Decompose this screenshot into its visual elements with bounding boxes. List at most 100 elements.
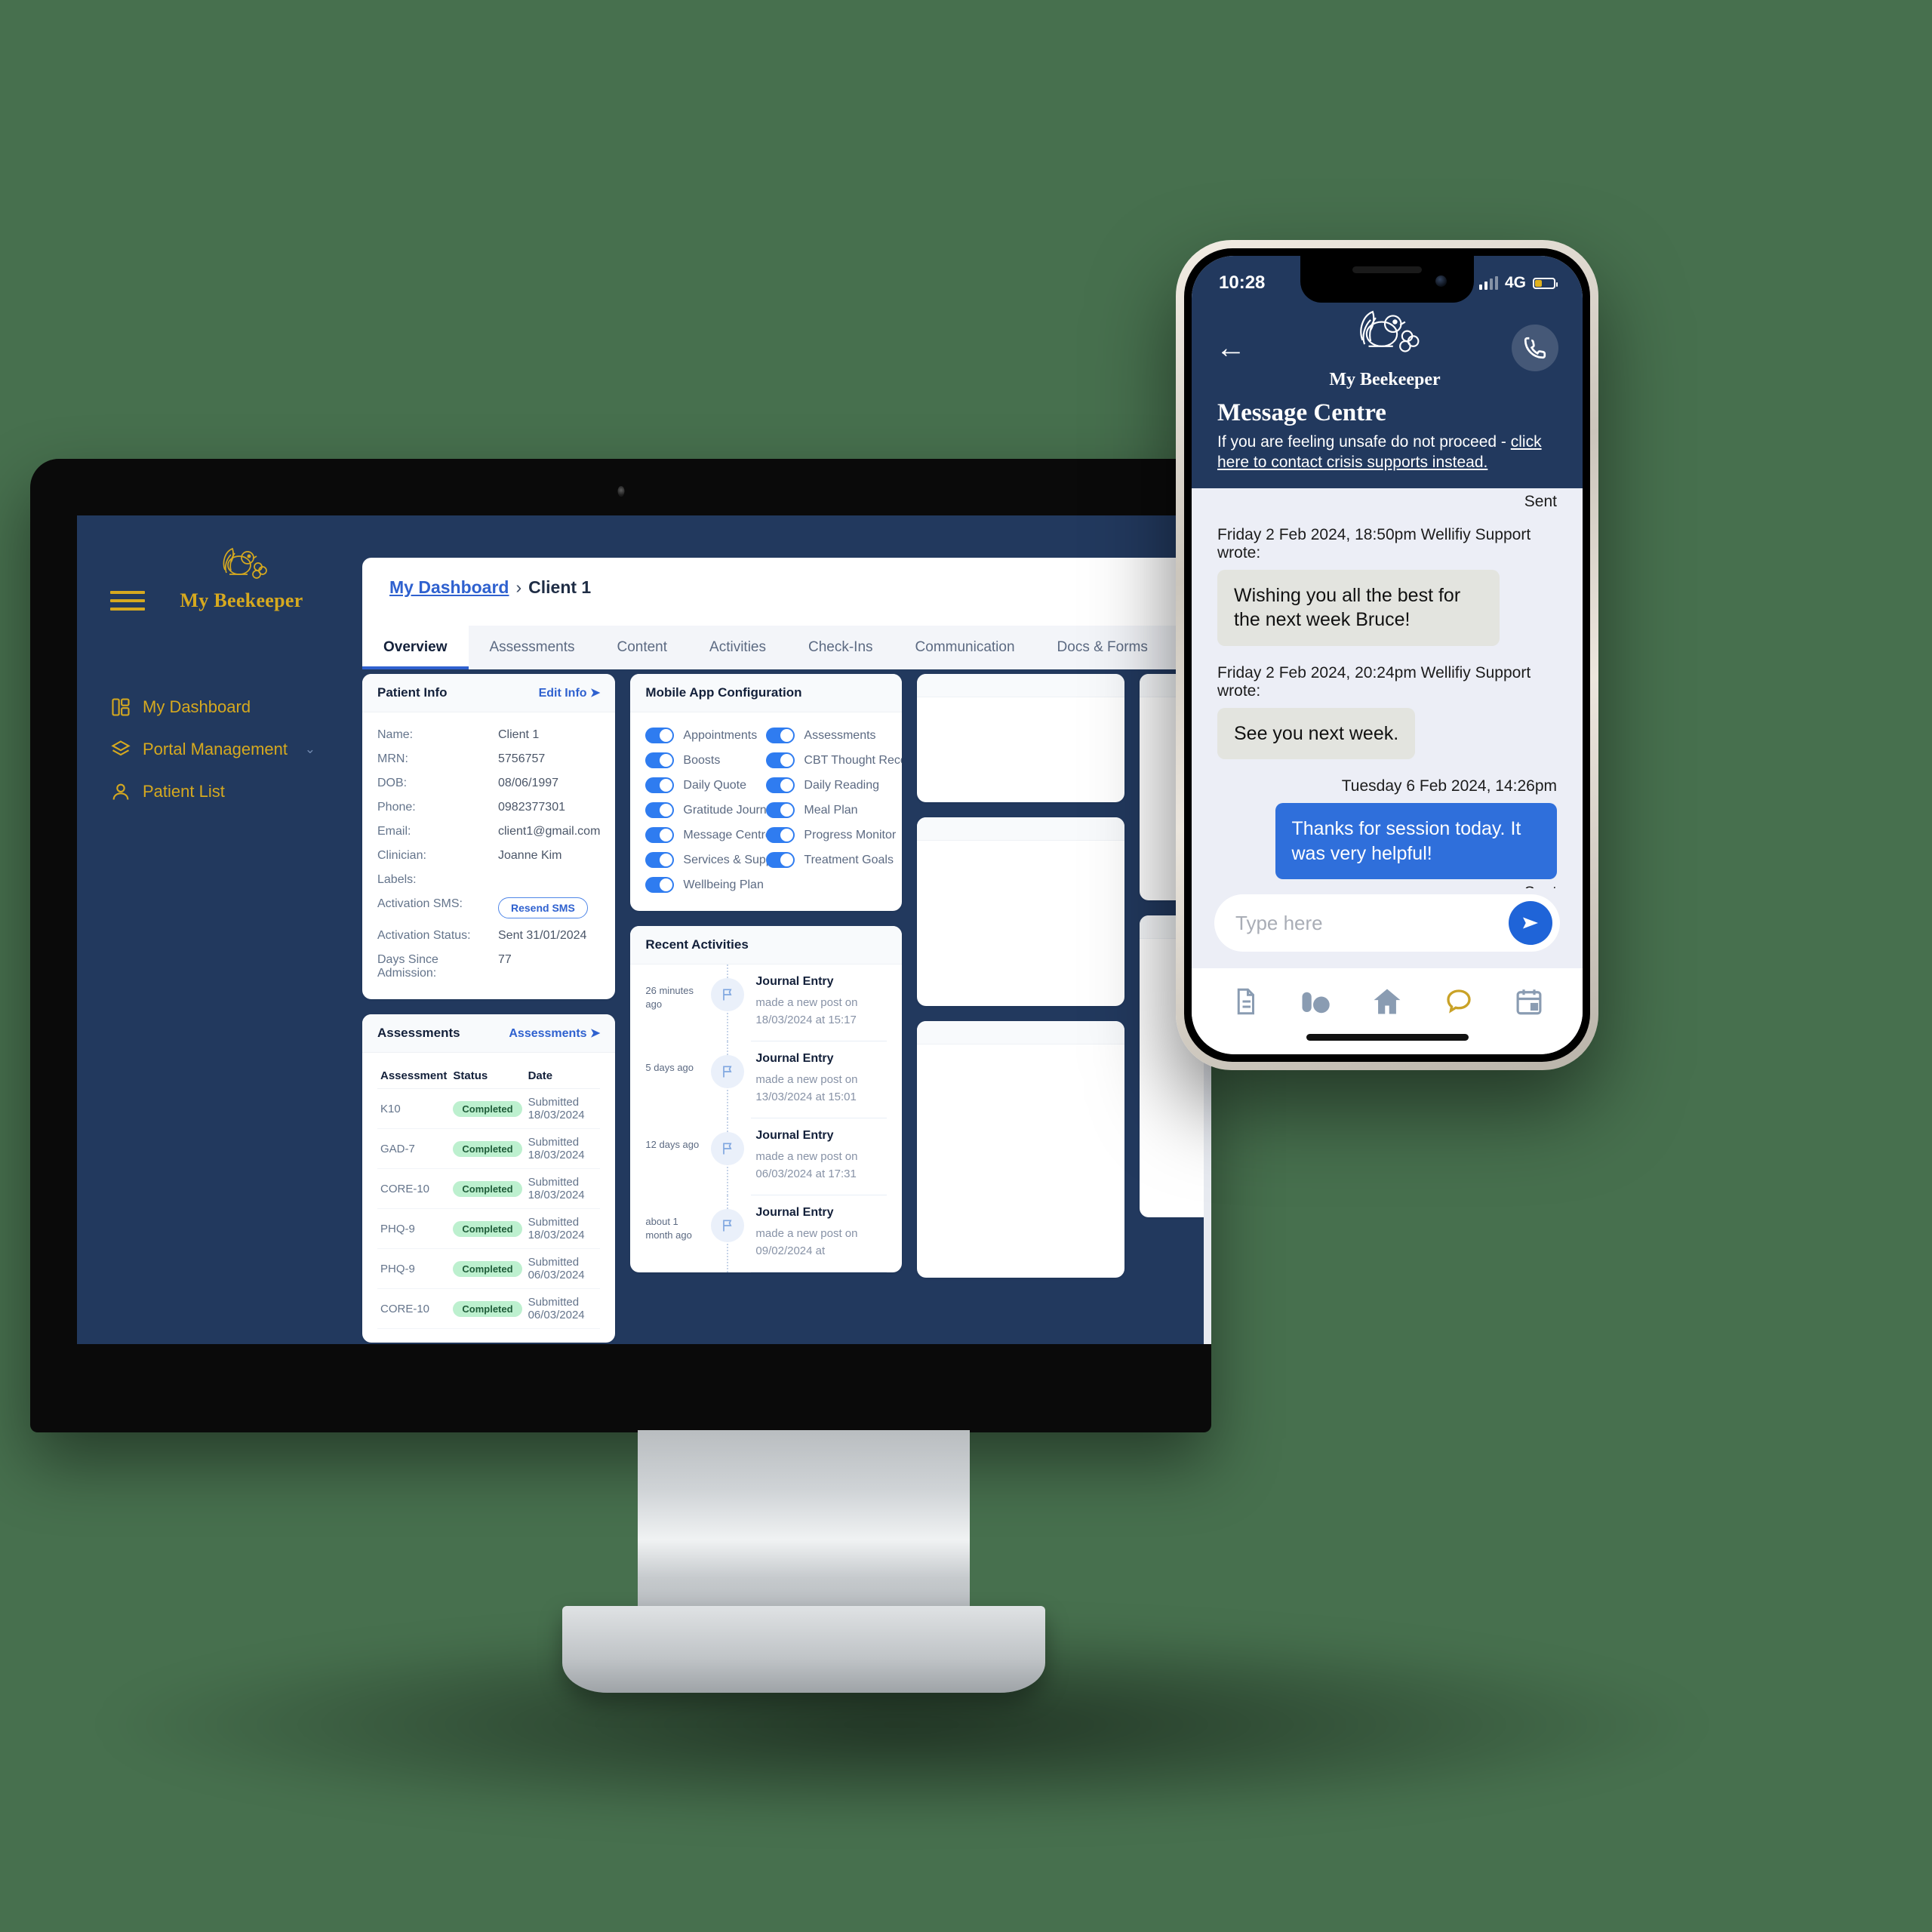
assessment-date: Submitted 18/03/2024 <box>525 1208 601 1249</box>
message-thread[interactable]: Sent Friday 2 Feb 2024, 18:50pm Wellifiy… <box>1192 488 1583 888</box>
signal-icon <box>1478 276 1498 290</box>
tab-communication[interactable]: Communication <box>894 626 1036 669</box>
toggle-column-left: Appointments Boosts Daily Quote Gratitud… <box>645 723 792 897</box>
sidebar-item-my-dashboard[interactable]: My Dashboard <box>77 686 349 728</box>
toggle-row: Assessments <box>766 723 887 748</box>
toggle-switch[interactable] <box>766 728 795 743</box>
toggle-switch[interactable] <box>766 777 795 793</box>
assessments-link[interactable]: Assessments ➤ <box>509 1026 600 1041</box>
nav-item-messages[interactable] <box>1443 986 1475 1021</box>
activity-time: 12 days ago <box>645 1139 700 1150</box>
toggle-switch[interactable] <box>766 802 795 818</box>
table-row: CORE-10 Completed Submitted 18/03/2024 <box>377 1168 601 1209</box>
assessment-name: GAD-7 <box>377 1128 451 1169</box>
nav-item-documents[interactable] <box>1229 986 1261 1021</box>
sidebar-brand-name: My Beekeeper <box>180 589 303 611</box>
assessment-date: Submitted 18/03/2024 <box>525 1088 601 1129</box>
toggle-switch[interactable] <box>766 852 795 868</box>
status-badge: Completed <box>453 1180 522 1197</box>
message-meta: Tuesday 6 Feb 2024, 14:26pm <box>1341 777 1557 795</box>
toggle-row: Treatment Goals <box>766 848 894 872</box>
tab-docs-forms[interactable]: Docs & Forms <box>1036 626 1169 669</box>
recent-activities-header: Recent Activities <box>630 926 903 964</box>
assessments-header: Assessments Assessments ➤ <box>362 1014 616 1053</box>
assessment-date: Submitted 06/03/2024 <box>525 1288 601 1329</box>
crisis-warning-text: If you are feeling unsafe do not proceed… <box>1217 433 1511 451</box>
main-content: My Dashboard › Client 1 Overview Assessmen… <box>349 515 1211 1344</box>
resend-sms-button[interactable]: Resend SMS <box>498 897 588 918</box>
toggle-switch[interactable] <box>645 752 675 768</box>
sidebar-item-portal-management[interactable]: Portal Management ⌄ <box>77 728 349 771</box>
phone-status-bar: 10:28 4G <box>1192 256 1583 294</box>
tab-assessments[interactable]: Assessments <box>469 626 596 669</box>
toggle-switch[interactable] <box>645 852 675 868</box>
activity-title: Journal Entry <box>755 1206 834 1219</box>
field-value: 5756757 <box>498 752 546 765</box>
call-button[interactable] <box>1512 325 1558 371</box>
table-row: PHQ-9 Completed Submitted 18/03/2024 <box>377 1208 601 1249</box>
breadcrumb-root-link[interactable]: My Dashboard <box>389 577 509 597</box>
field-value: Sent 31/01/2024 <box>498 929 587 942</box>
sidebar-item-label: Portal Management <box>143 740 288 758</box>
toggle-label: Daily Quote <box>683 778 746 792</box>
assessments-table: Assessment Status Date K10 Completed Submi… <box>377 1063 601 1329</box>
home-indicator <box>1192 1034 1583 1054</box>
assessment-date: Submitted 18/03/2024 <box>525 1168 601 1209</box>
toggle-row: Appointments <box>645 723 766 748</box>
hamburger-menu-icon[interactable] <box>110 591 145 614</box>
patient-info-row: Phone: 0982377301 <box>377 795 600 820</box>
nav-item-home[interactable] <box>1371 985 1404 1022</box>
toggle-row: Wellbeing Plan <box>645 872 766 897</box>
toggle-switch[interactable] <box>645 877 675 893</box>
sidebar-nav: My Dashboard Portal Management ⌄ Patient… <box>77 686 349 813</box>
message-item: Friday 2 Feb 2024, 18:50pm Wellifiy Supp… <box>1217 525 1557 646</box>
tab-overview[interactable]: Overview <box>362 626 469 669</box>
tab-content[interactable]: Content <box>595 626 688 669</box>
toggle-switch[interactable] <box>766 752 795 768</box>
sidebar-item-label: My Dashboard <box>143 697 251 716</box>
overflow-card-a-header <box>917 674 1125 697</box>
message-input-wrapper[interactable]: Type here <box>1214 894 1560 952</box>
mobile-app-config-title: Mobile App Configuration <box>645 685 802 700</box>
toggle-switch[interactable] <box>645 802 675 818</box>
phone-brand: My Beekeeper <box>1258 306 1512 390</box>
toggle-label: Treatment Goals <box>804 853 894 866</box>
field-label: Clinician: <box>377 849 426 862</box>
tab-activities[interactable]: Activities <box>688 626 787 669</box>
toggle-switch[interactable] <box>645 728 675 743</box>
nav-item-calendar[interactable] <box>1513 986 1545 1021</box>
toggle-row: Gratitude Journal <box>645 798 776 823</box>
chevron-down-icon[interactable]: ⌄ <box>305 742 315 757</box>
tab-check-ins[interactable]: Check-Ins <box>787 626 894 669</box>
nav-item-medications[interactable] <box>1300 986 1331 1021</box>
sidebar-item-patient-list[interactable]: Patient List <box>77 771 349 813</box>
activity-desc: made a new post on 18/03/2024 at 15:17 <box>755 996 858 1026</box>
field-value: 0982377301 <box>498 801 565 814</box>
desktop-monitor: My Beekeeper My Dashboard Portal Managem… <box>30 459 1211 1432</box>
activity-desc: made a new post on 09/02/2024 at <box>755 1227 858 1257</box>
message-item: Friday 2 Feb 2024, 20:24pm Wellifiy Supp… <box>1217 663 1557 760</box>
edit-info-link[interactable]: Edit Info ➤ <box>539 685 601 700</box>
activity-desc: made a new post on 06/03/2024 at 17:31 <box>755 1150 858 1180</box>
message-input[interactable]: Type here <box>1235 912 1509 935</box>
toggle-switch[interactable] <box>645 827 675 843</box>
assessments-body: Assessment Status Date K10 Completed Submi… <box>362 1053 615 1343</box>
status-badge: Completed <box>453 1100 522 1117</box>
send-button[interactable] <box>1509 901 1552 945</box>
activity-title: Journal Entry <box>755 975 834 988</box>
breadcrumb: My Dashboard › Client 1 <box>362 558 1211 598</box>
status-badge: Completed <box>453 1260 522 1277</box>
toggle-switch[interactable] <box>766 827 795 843</box>
flag-icon <box>711 978 745 1011</box>
table-row: K10 Completed Submitted 18/03/2024 <box>377 1088 601 1129</box>
pills-icon <box>1302 992 1331 1014</box>
layers-icon <box>111 740 131 756</box>
flag-icon <box>711 1055 745 1088</box>
back-arrow-icon[interactable]: ← <box>1216 333 1258 363</box>
assessment-name: PHQ-9 <box>377 1248 451 1289</box>
breadcrumb-tab-bar: My Dashboard › Client 1 Overview Assessmen… <box>362 558 1211 669</box>
toggle-switch[interactable] <box>645 777 675 793</box>
breadcrumb-separator: › <box>515 577 522 597</box>
overflow-card-c-header <box>917 1021 1125 1044</box>
column-header: Assessment <box>377 1063 451 1089</box>
